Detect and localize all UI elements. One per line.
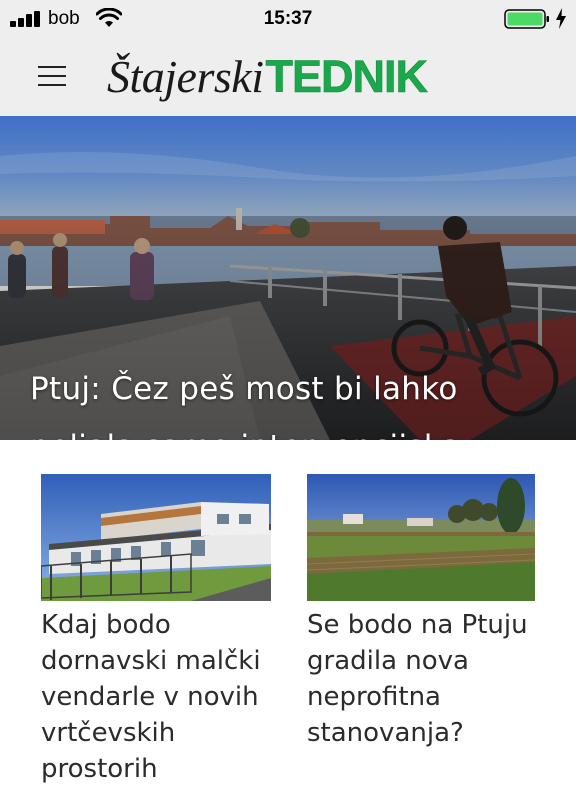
hamburger-menu-icon[interactable] <box>26 56 72 96</box>
article-card[interactable]: Se bodo na Ptuju gradila nova neprofitna… <box>307 474 539 751</box>
nav-bar: ŠtajerskiTEDNIK <box>0 38 576 116</box>
article-card[interactable]: Kdaj bodo dornavski malčki vendarle v no… <box>41 474 273 787</box>
article-thumbnail <box>307 474 535 601</box>
hero-article-title[interactable]: Ptuj: Čez peš most bi lahko peljala samo… <box>30 360 550 440</box>
battery-icon <box>504 9 549 29</box>
charging-bolt-icon <box>556 8 566 29</box>
status-bar: bob 15:37 <box>0 0 576 38</box>
site-logo[interactable]: ŠtajerskiTEDNIK <box>107 46 428 108</box>
hero-article[interactable]: Ptuj: Čez peš most bi lahko peljala samo… <box>0 116 576 440</box>
article-title[interactable]: Kdaj bodo dornavski malčki vendarle v no… <box>41 607 273 787</box>
logo-text-stajerski: Štajerski <box>107 51 264 102</box>
article-title[interactable]: Se bodo na Ptuju gradila nova neprofitna… <box>307 607 539 751</box>
clock: 15:37 <box>263 8 313 29</box>
article-thumbnail <box>41 474 271 601</box>
logo-text-tednik: TEDNIK <box>265 51 428 103</box>
